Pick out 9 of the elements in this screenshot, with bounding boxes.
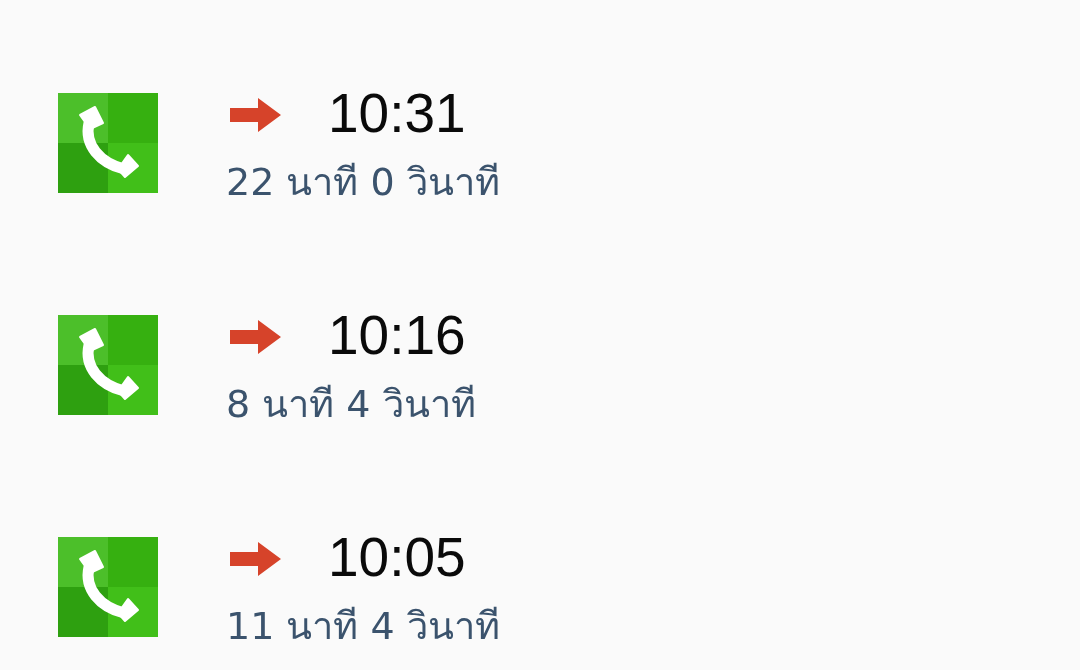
phone-app-icon <box>58 315 158 415</box>
call-time: 10:05 <box>328 530 466 585</box>
phone-app-icon <box>58 537 158 637</box>
phone-app-icon <box>58 93 158 193</box>
call-time: 10:31 <box>328 86 466 141</box>
call-time: 10:16 <box>328 308 466 363</box>
call-duration: 8 นาที 4 วินาที <box>226 383 476 425</box>
call-duration: 22 นาที 0 วินาที <box>226 161 500 203</box>
call-duration: 11 นาที 4 วินาที <box>226 605 500 647</box>
